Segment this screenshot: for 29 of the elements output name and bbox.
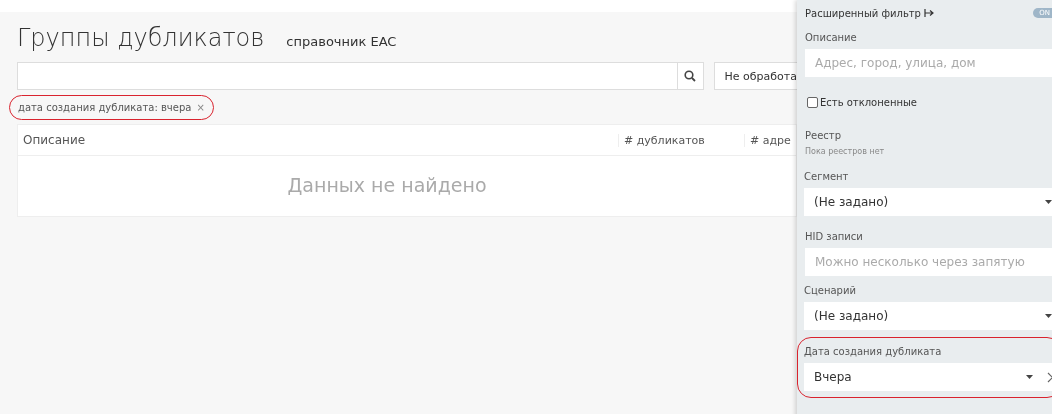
panel-title: Расширенный фильтр xyxy=(805,7,921,19)
input-field[interactable]: Можно несколько через запятую xyxy=(805,248,1052,276)
search-button[interactable] xyxy=(677,62,704,90)
column-header[interactable]: # дубликатов xyxy=(618,133,744,147)
search-icon xyxy=(684,70,697,82)
column-header[interactable]: Описание xyxy=(18,133,618,147)
field-label: Сегмент xyxy=(804,171,850,182)
field-label: Сценарий xyxy=(804,285,857,296)
status-dropdown[interactable]: Не обработа xyxy=(713,62,797,90)
page-title: Группы дубликатов xyxy=(17,24,265,52)
checkbox[interactable] xyxy=(807,97,818,108)
caret-icon xyxy=(1045,314,1052,318)
empty-message: Данных не найдено xyxy=(286,173,488,196)
caret-icon xyxy=(1045,200,1052,204)
input-field[interactable]: Адрес, город, улица, дом xyxy=(805,49,1052,77)
column-header[interactable]: # адре xyxy=(744,133,796,147)
field-label: Реестр xyxy=(805,130,842,141)
field-label: Дата создания дубликата xyxy=(804,346,943,357)
search-field[interactable] xyxy=(17,62,678,90)
select-field[interactable]: (Не задано) xyxy=(804,302,1052,330)
collapse-icon[interactable] xyxy=(923,9,934,17)
page-subtitle: справочник EAC xyxy=(286,34,397,49)
field-label: HID записи xyxy=(805,231,864,242)
empty-note: Пока реестров нет xyxy=(805,147,886,156)
select-field[interactable]: (Не задано) xyxy=(804,188,1052,216)
caret-icon xyxy=(1026,375,1033,379)
field-label: Описание xyxy=(805,32,858,43)
checkbox-label: Есть отклоненные xyxy=(820,97,918,108)
select-field[interactable]: Вчера xyxy=(804,363,1052,391)
